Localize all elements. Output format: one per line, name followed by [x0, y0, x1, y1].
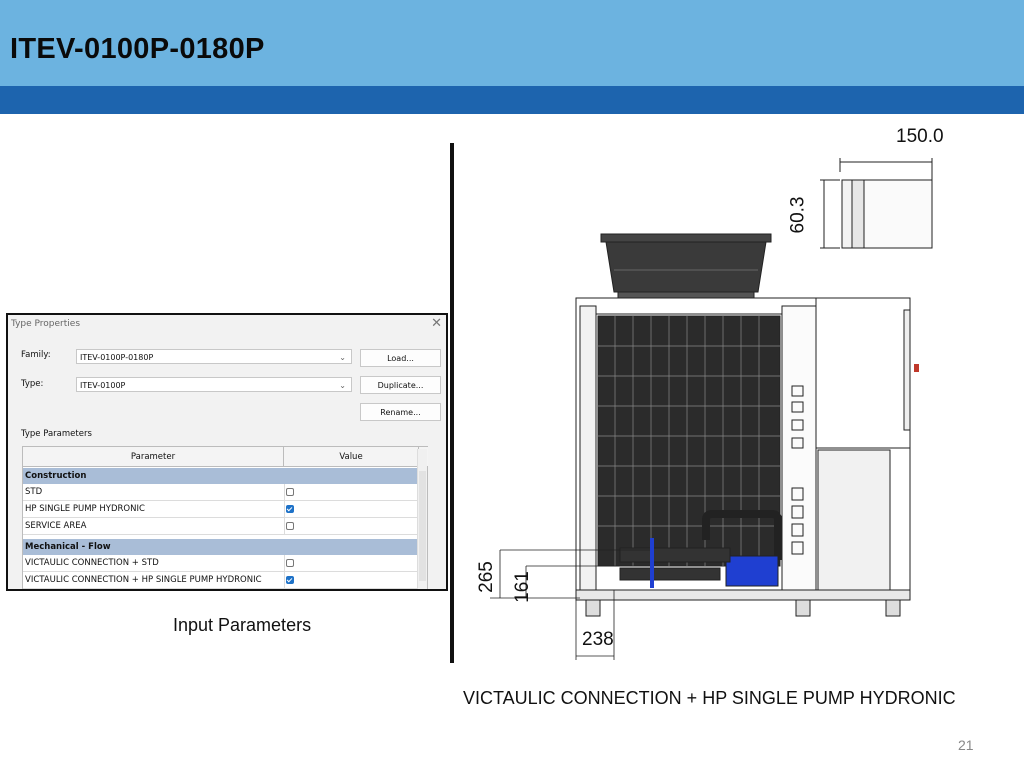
dialog-title: Type Properties: [11, 319, 81, 329]
group-header-mechanical-flow[interactable]: Mechanical - Flow ^: [23, 539, 427, 555]
group-header-construction[interactable]: Construction ^: [23, 468, 427, 484]
checkbox[interactable]: [286, 522, 294, 530]
family-select-value: ITEV-0100P-0180P: [80, 353, 154, 362]
dimension-inlet-height: 161: [511, 571, 533, 603]
table-row[interactable]: STD: [23, 484, 427, 501]
type-select[interactable]: ITEV-0100P ⌄: [76, 377, 352, 392]
checkbox[interactable]: [286, 559, 294, 567]
row-label: VICTAULIC CONNECTION + STD: [25, 558, 159, 568]
chevron-down-icon: ⌄: [339, 381, 346, 390]
slide-title: ITEV-0100P-0180P: [10, 33, 265, 65]
row-label: HP SINGLE PUMP HYDRONIC: [25, 504, 145, 514]
dimension-outlet-height: 265: [475, 561, 497, 593]
caption-input-parameters: Input Parameters: [173, 615, 312, 635]
dimension-pipe-diameter: 60.3: [787, 196, 809, 234]
duplicate-button[interactable]: Duplicate...: [360, 376, 441, 394]
type-parameters-label: Type Parameters: [21, 429, 92, 439]
row-label: VICTAULIC CONNECTION + HP SINGLE PUMP HY…: [25, 575, 262, 585]
type-properties-dialog: Type Properties ✕ Family: ITEV-0100P-018…: [6, 313, 448, 591]
close-icon[interactable]: ✕: [431, 316, 442, 331]
table-row[interactable]: SERVICE AREA: [23, 518, 427, 535]
row-label: SERVICE AREA: [25, 521, 87, 531]
row-label: STD: [25, 487, 43, 497]
group-label: Mechanical - Flow: [25, 542, 111, 552]
table-row[interactable]: HP SINGLE PUMP HYDRONIC: [23, 501, 427, 518]
family-label: Family:: [21, 350, 51, 360]
column-header-value[interactable]: Value: [284, 447, 419, 467]
scrollbar-thumb[interactable]: [419, 471, 426, 581]
checkbox[interactable]: [286, 488, 294, 496]
pipe-detail: [820, 158, 933, 249]
type-parameters-table: Parameter Value = Construction ^ STD HP …: [22, 446, 428, 589]
chevron-down-icon: ⌄: [339, 353, 346, 362]
fan: [600, 233, 772, 299]
column-header-parameter[interactable]: Parameter: [23, 447, 284, 467]
checkbox-checked[interactable]: [286, 576, 294, 584]
table-scrollbar[interactable]: [417, 449, 427, 589]
caption-configuration: VICTAULIC CONNECTION + HP SINGLE PUMP HY…: [463, 688, 956, 708]
dimension-connection-offset: 238: [582, 629, 614, 650]
load-button[interactable]: Load...: [360, 349, 441, 367]
checkbox-checked[interactable]: [286, 505, 294, 513]
group-label: Construction: [25, 471, 87, 481]
unit-drawing: [490, 158, 933, 660]
table-row[interactable]: VICTAULIC CONNECTION + STD: [23, 555, 427, 572]
page-number: 21: [958, 737, 974, 753]
family-select[interactable]: ITEV-0100P-0180P ⌄: [76, 349, 352, 364]
type-select-value: ITEV-0100P: [80, 381, 126, 390]
vertical-divider: [450, 143, 454, 663]
header-bar: [0, 86, 1024, 114]
dimension-pipe-length: 150.0: [896, 126, 944, 147]
rename-button[interactable]: Rename...: [360, 403, 441, 421]
table-row[interactable]: VICTAULIC CONNECTION + HP SINGLE PUMP HY…: [23, 572, 427, 589]
type-label: Type:: [21, 379, 44, 389]
unit-body: [575, 297, 919, 617]
